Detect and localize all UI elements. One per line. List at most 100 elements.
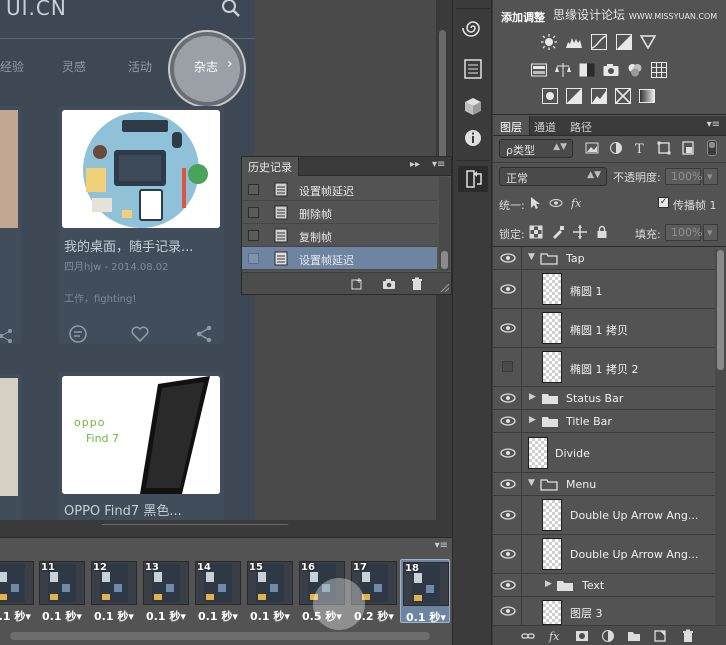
layer-group-menu[interactable]: ▼ Menu (493, 473, 715, 496)
history-item[interactable]: 复制帧 (242, 224, 437, 247)
history-source-checkbox[interactable] (248, 230, 259, 241)
frame-delay[interactable]: 0.1 秒▾ (94, 608, 134, 624)
visibility-toggle-off[interactable] (502, 361, 513, 372)
tab-channels[interactable]: 通道 (527, 116, 563, 135)
tab-layers[interactable]: 图层 (493, 116, 530, 135)
visibility-cell[interactable] (493, 348, 522, 386)
layer-row[interactable]: 椭圆 1 (493, 270, 715, 309)
layer-filter-select[interactable]: ρ类型 ▲▼ (499, 139, 573, 158)
layer-group-tap[interactable]: ▼ Tap (493, 247, 715, 270)
tab-paths[interactable]: 路径 (563, 116, 599, 135)
lock-transparent-pixels-icon[interactable] (529, 225, 543, 239)
visibility-cell[interactable] (493, 309, 522, 347)
visibility-cell[interactable] (493, 247, 522, 269)
panel-menu-button[interactable]: ▾≡ (432, 159, 445, 170)
camera-icon[interactable] (382, 277, 396, 291)
lock-position-icon[interactable] (573, 225, 587, 239)
frame-delay[interactable]: 0.1 秒▾ (406, 609, 446, 625)
lock-all-icon[interactable] (595, 225, 609, 239)
add-mask-icon[interactable] (575, 629, 589, 643)
visibility-cell[interactable] (493, 387, 522, 409)
eye-icon[interactable] (500, 447, 516, 459)
card-oppo[interactable]: oppo Find 7 OPPO Find7 黑色... (58, 372, 224, 525)
visibility-cell[interactable] (493, 410, 522, 432)
opacity-input[interactable]: 100% (665, 168, 702, 185)
tab-history[interactable]: 历史记录 (242, 157, 299, 176)
eye-icon[interactable] (500, 509, 516, 521)
filter-toggle-switch[interactable] (707, 140, 717, 156)
history-source-checkbox[interactable] (248, 207, 259, 218)
levels-icon[interactable] (566, 34, 582, 50)
photo-filter-icon[interactable] (603, 62, 619, 78)
fill-dropdown[interactable]: ▾ (703, 224, 718, 241)
black-white-icon[interactable] (579, 62, 595, 78)
disclosure-closed-icon[interactable]: ▶ (529, 392, 536, 402)
resize-grip-icon[interactable] (441, 284, 449, 292)
disclosure-closed-icon[interactable]: ▶ (545, 579, 552, 589)
filter-smart-object-icon[interactable] (681, 141, 695, 155)
frame-delay[interactable]: 0.1 秒▾ (198, 608, 238, 624)
eye-icon[interactable] (500, 392, 516, 404)
gradient-map-icon[interactable] (639, 88, 655, 104)
channel-mixer-icon[interactable] (627, 62, 643, 78)
comment-icon[interactable] (68, 324, 88, 344)
history-source-checkbox[interactable] (248, 184, 259, 195)
share-icon[interactable] (194, 324, 214, 344)
eye-icon[interactable] (500, 548, 516, 560)
timeline-scrollbar[interactable] (10, 632, 430, 640)
frame-delay[interactable]: 0.1 秒▾ (146, 608, 186, 624)
trash-icon[interactable] (681, 629, 695, 643)
hue-saturation-icon[interactable] (531, 62, 547, 78)
eye-icon[interactable] (500, 415, 516, 427)
filter-adjustment-icon[interactable] (609, 141, 623, 155)
color-balance-icon[interactable] (555, 62, 571, 78)
history-panel-icon[interactable] (458, 166, 488, 192)
unify-position-icon[interactable] (529, 196, 543, 210)
spiral-icon[interactable] (458, 15, 488, 41)
timeline-frame[interactable]: 13 0.1 秒▾ (141, 559, 191, 623)
timeline-frame[interactable]: 15 0.1 秒▾ (245, 559, 295, 623)
layer-row[interactable]: Double Up Arrow Ang... (493, 535, 715, 574)
lock-image-pixels-icon[interactable] (551, 225, 565, 239)
collapse-panel-button[interactable]: ▸▸ (410, 159, 420, 170)
threshold-icon[interactable] (591, 88, 607, 104)
canvas-horizontal-scrollbar[interactable] (0, 520, 450, 525)
card-desk[interactable]: 我的桌面，随手记录... 四月hjw - 2014.08.02 工作，fight… (58, 106, 224, 344)
disclosure-open-icon[interactable]: ▼ (528, 478, 535, 488)
eye-icon[interactable] (500, 252, 516, 264)
layers-scrollbar[interactable] (715, 250, 726, 625)
new-layer-icon[interactable] (653, 629, 667, 643)
visibility-cell[interactable] (493, 270, 522, 308)
visibility-cell[interactable] (493, 473, 522, 495)
posterize-icon[interactable] (566, 88, 582, 104)
eye-icon[interactable] (500, 322, 516, 334)
eye-icon[interactable] (500, 478, 516, 490)
visibility-cell[interactable] (493, 535, 522, 573)
unify-style-icon[interactable]: fx (571, 196, 585, 210)
history-item[interactable]: 设置帧延迟 (242, 178, 437, 201)
new-document-from-state-icon[interactable] (350, 277, 364, 291)
scroll-thumb[interactable] (717, 250, 724, 370)
layer-style-fx-icon[interactable]: fx (548, 629, 562, 643)
history-item[interactable]: 删除帧 (242, 201, 437, 224)
scroll-thumb[interactable] (441, 251, 448, 269)
layer-row[interactable]: Double Up Arrow Ang... (493, 496, 715, 535)
eye-icon[interactable] (500, 579, 516, 591)
visibility-cell[interactable] (493, 433, 522, 472)
history-item-selected[interactable]: 设置帧延迟 (242, 247, 437, 270)
unify-visibility-icon[interactable] (549, 196, 563, 210)
layer-group-text[interactable]: ▶ Text (493, 574, 715, 597)
vibrance-icon[interactable] (640, 34, 656, 50)
history-source-checkbox[interactable] (248, 253, 259, 264)
new-group-icon[interactable] (627, 629, 641, 643)
fill-input[interactable]: 100% (665, 224, 702, 241)
filter-pixel-icon[interactable] (585, 141, 599, 155)
disclosure-open-icon[interactable]: ▼ (528, 252, 535, 262)
like-icon[interactable] (130, 324, 150, 344)
frame-delay[interactable]: 0.1 秒▾ (250, 608, 290, 624)
layer-row[interactable]: 椭圆 1 拷贝 (493, 309, 715, 348)
new-adjustment-layer-icon[interactable] (601, 629, 615, 643)
trash-icon[interactable] (410, 277, 424, 291)
filter-shape-icon[interactable] (657, 141, 671, 155)
disclosure-closed-icon[interactable]: ▶ (529, 415, 536, 425)
